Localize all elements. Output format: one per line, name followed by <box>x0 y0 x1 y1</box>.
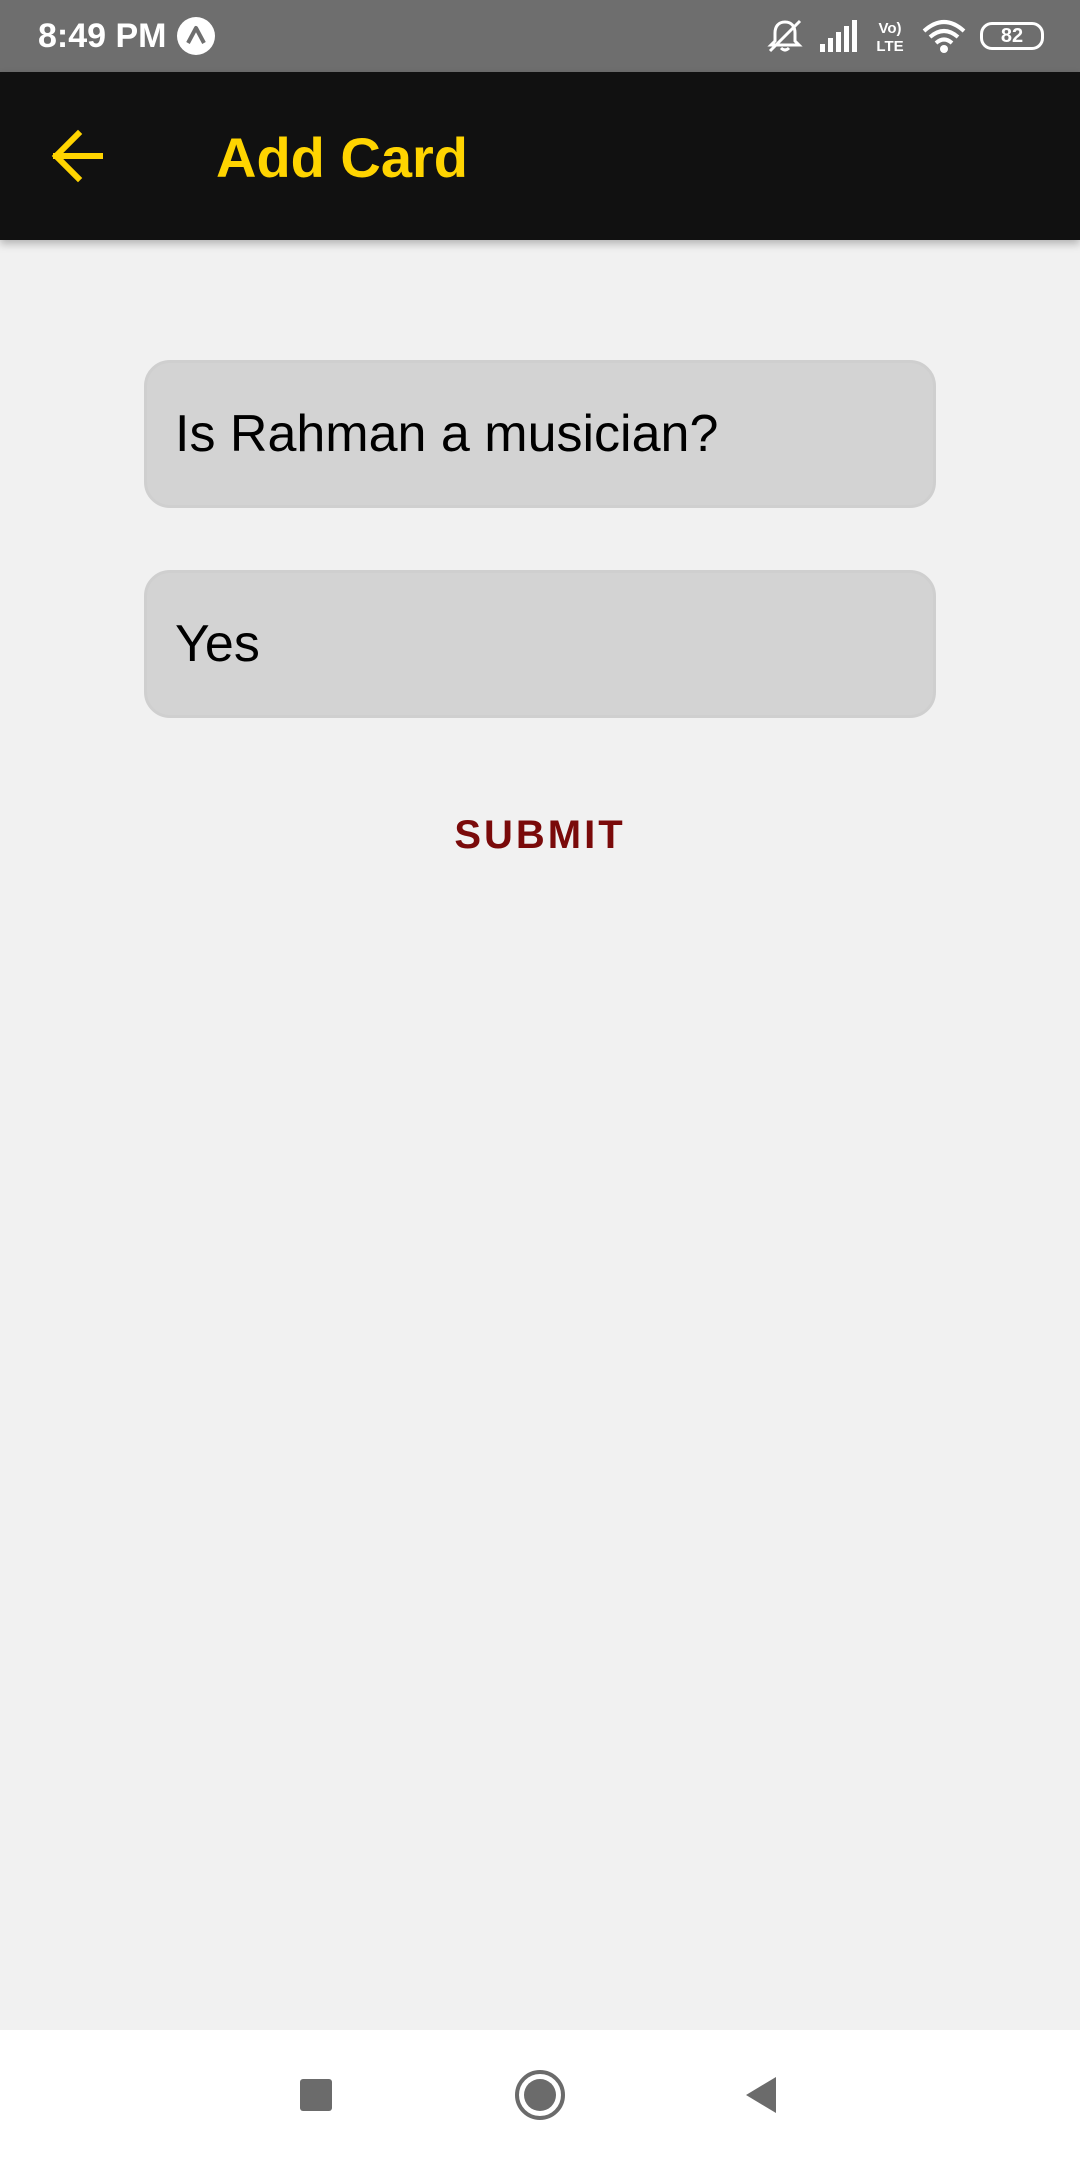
app-notification-icon <box>176 16 216 56</box>
muted-bell-icon <box>766 18 804 54</box>
app-bar: Add Card <box>0 72 1080 240</box>
recents-button[interactable] <box>286 2065 346 2125</box>
signal-icon <box>818 20 858 52</box>
battery-level: 82 <box>980 22 1044 50</box>
question-input[interactable] <box>144 360 936 508</box>
home-circle-icon <box>515 2070 565 2120</box>
battery-icon: 82 <box>980 22 1044 50</box>
home-button[interactable] <box>510 2065 570 2125</box>
status-icons: Vo) LTE 82 <box>752 14 1044 58</box>
wifi-icon <box>922 19 966 53</box>
arrow-left-icon <box>51 129 103 183</box>
back-triangle-icon <box>746 2077 776 2113</box>
svg-text:Vo): Vo) <box>878 20 901 37</box>
svg-text:LTE: LTE <box>876 38 903 54</box>
volte-icon: Vo) LTE <box>872 18 908 54</box>
recents-square-icon <box>300 2079 332 2111</box>
submit-button[interactable]: SUBMIT <box>420 800 660 870</box>
answer-input[interactable] <box>144 570 936 718</box>
nav-back-button[interactable] <box>732 2065 792 2125</box>
status-bar: 8:49 PM Vo) LTE 82 <box>0 0 1080 72</box>
status-time: 8:49 PM <box>38 17 167 55</box>
system-nav-bar <box>0 2030 1080 2160</box>
page-title: Add Card <box>216 126 468 189</box>
back-button[interactable] <box>38 116 118 196</box>
